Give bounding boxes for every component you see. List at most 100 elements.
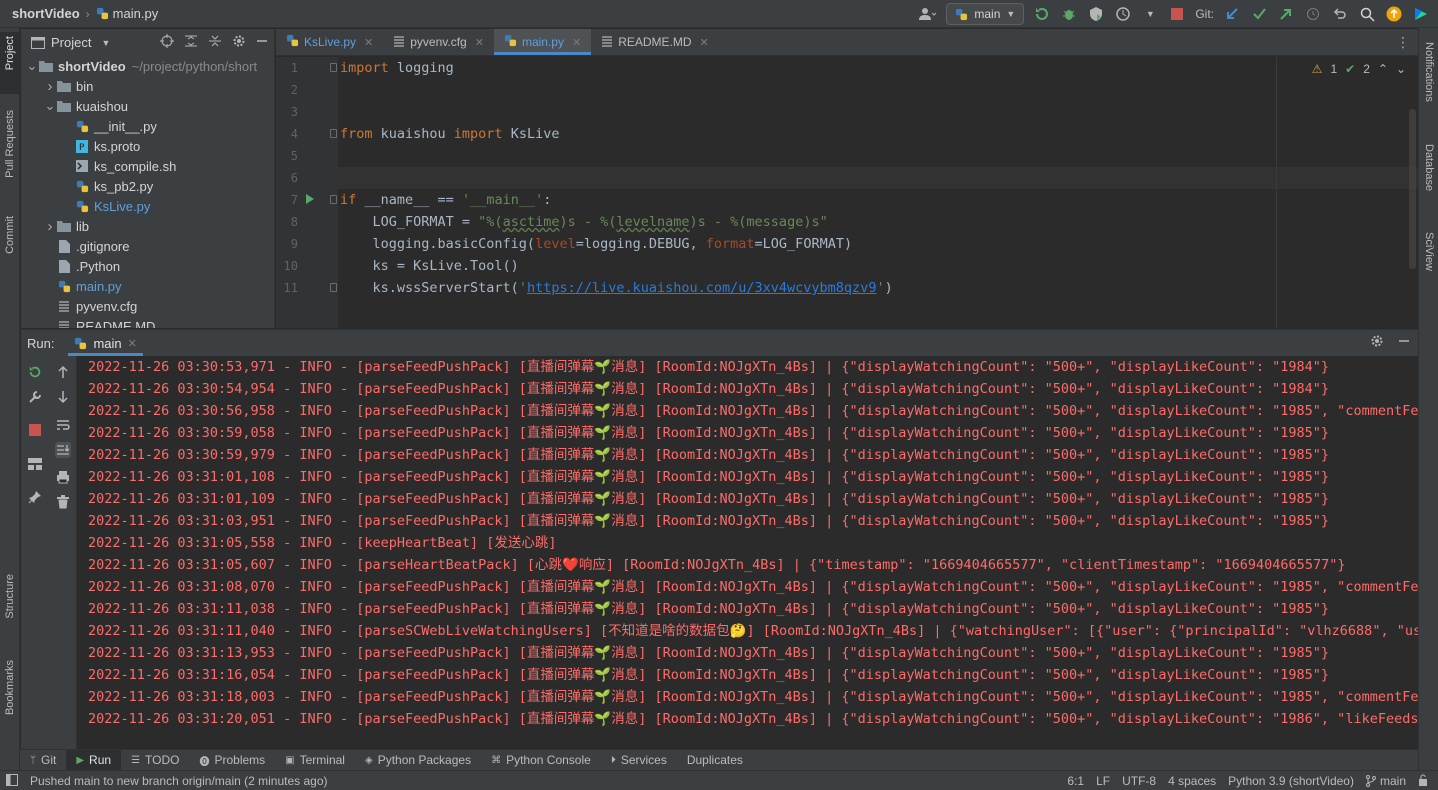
tree-file[interactable]: __init__.py [21, 116, 274, 136]
scroll-up-icon[interactable] [55, 364, 71, 380]
breadcrumb-project[interactable]: shortVideo [12, 6, 80, 21]
file-encoding[interactable]: UTF-8 [1122, 774, 1156, 788]
python-interpreter[interactable]: Python 3.9 (shortVideo) [1228, 774, 1354, 788]
tree-file[interactable]: pyvenv.cfg [21, 296, 274, 316]
run-gutter-icon[interactable] [306, 194, 314, 204]
tree-file[interactable]: .Python [21, 256, 274, 276]
close-icon[interactable]: ✕ [364, 36, 373, 49]
toggle-tool-windows-icon[interactable] [6, 774, 18, 789]
status-message[interactable]: Pushed main to new branch origin/main (2… [30, 774, 328, 788]
scroll-down-icon[interactable] [55, 389, 71, 405]
editor-tab[interactable]: KsLive.py ✕ [276, 29, 383, 55]
soft-wrap-icon[interactable] [55, 417, 71, 433]
tool-window-sciview[interactable]: SciView [1419, 232, 1438, 288]
tree-folder[interactable]: ⌄ kuaishou [21, 96, 274, 116]
debug-icon[interactable] [1060, 5, 1078, 23]
fold-marker-icon[interactable] [330, 195, 337, 204]
profile-icon[interactable] [1114, 5, 1132, 23]
settings-gear-icon[interactable] [1370, 334, 1384, 351]
wrench-icon[interactable] [27, 389, 43, 405]
tool-window-database[interactable]: Database [1419, 144, 1438, 214]
bottom-tab-python-packages[interactable]: ◈ Python Packages [355, 750, 481, 771]
tool-window-structure[interactable]: Structure [0, 574, 20, 644]
tree-file[interactable]: .gitignore [21, 236, 274, 256]
bottom-tab-python-console[interactable]: ⌘ Python Console [481, 750, 601, 771]
tree-file[interactable]: ks_pb2.py [21, 176, 274, 196]
close-icon[interactable]: ✕ [128, 337, 137, 350]
line-separator[interactable]: LF [1096, 774, 1110, 788]
chevron-down-icon[interactable]: ⌄ [43, 98, 57, 113]
tool-window-notifications[interactable]: Notifications [1419, 42, 1438, 138]
tree-file[interactable]: README.MD [21, 316, 274, 328]
git-push-icon[interactable] [1277, 5, 1295, 23]
bottom-tab-run[interactable]: ▶ Run [66, 749, 122, 771]
tree-file[interactable]: ks_compile.sh [21, 156, 274, 176]
editor-tab[interactable]: README.MD ✕ [591, 29, 719, 55]
chevron-right-icon[interactable]: › [43, 218, 57, 235]
bottom-tab-problems[interactable]: ⓿ Problems [189, 750, 275, 771]
run-tab-main[interactable]: main ✕ [68, 330, 144, 356]
search-icon[interactable] [1358, 5, 1376, 23]
rollback-icon[interactable] [1331, 5, 1349, 23]
expand-all-icon[interactable] [184, 34, 198, 51]
bottom-tab-duplicates[interactable]: Duplicates [677, 750, 753, 771]
caret-position[interactable]: 6:1 [1067, 774, 1084, 788]
inspection-widget[interactable]: ⚠ 1 ✔ 2 ⌃ ⌄ [1312, 62, 1406, 76]
chevron-down-icon[interactable]: ⌄ [25, 58, 39, 73]
close-icon[interactable]: ✕ [475, 36, 484, 49]
close-icon[interactable]: ✕ [700, 36, 709, 49]
collapse-all-icon[interactable] [208, 34, 222, 51]
rerun-icon[interactable] [1033, 5, 1051, 23]
tree-folder[interactable]: › lib [21, 216, 274, 236]
locate-file-icon[interactable] [160, 34, 174, 51]
git-branch[interactable]: main [1365, 774, 1406, 788]
git-update-icon[interactable] [1223, 5, 1241, 23]
restore-layout-icon[interactable] [27, 456, 43, 472]
ide-logo-icon[interactable] [1412, 5, 1430, 23]
code-view[interactable]: import logging from kuaishou import KsLi… [340, 57, 1418, 328]
hide-panel-icon[interactable] [1398, 334, 1410, 351]
project-panel-title[interactable]: Project [51, 35, 91, 50]
chevron-up-icon[interactable]: ⌃ [1378, 62, 1388, 76]
scroll-to-end-icon[interactable] [55, 442, 71, 458]
history-icon[interactable] [1304, 5, 1322, 23]
tool-window-pull-requests[interactable]: Pull Requests [0, 110, 20, 200]
tree-file[interactable]: KsLive.py [21, 196, 274, 216]
tool-window-project[interactable]: Project [0, 32, 20, 94]
updates-icon[interactable] [1385, 5, 1403, 23]
coverage-icon[interactable] [1087, 5, 1105, 23]
fold-marker-icon[interactable] [330, 63, 337, 72]
git-commit-icon[interactable] [1250, 5, 1268, 23]
fold-marker-icon[interactable] [330, 283, 337, 292]
fold-marker-icon[interactable] [330, 129, 337, 138]
chevron-down-icon[interactable]: ▼ [101, 38, 110, 48]
pin-icon[interactable] [27, 489, 43, 505]
bottom-tab-git[interactable]: ᛘ Git [20, 750, 66, 771]
trash-icon[interactable] [55, 494, 71, 510]
stop-icon[interactable] [1168, 5, 1186, 23]
bottom-tab-services[interactable]: ⏵ Services [601, 750, 677, 771]
tree-folder[interactable]: ⌄ shortVideo ~/project/python/short [21, 56, 274, 76]
editor-scrollbar[interactable] [1409, 109, 1416, 269]
print-icon[interactable] [55, 469, 71, 485]
lock-icon[interactable] [1418, 774, 1428, 789]
tool-window-commit[interactable]: Commit [0, 216, 20, 276]
hide-panel-icon[interactable] [256, 34, 268, 51]
account-icon[interactable] [919, 5, 937, 23]
tree-file[interactable]: main.py [21, 276, 274, 296]
tool-window-bookmarks[interactable]: Bookmarks [0, 660, 20, 736]
tree-folder[interactable]: › bin [21, 76, 274, 96]
editor-tab[interactable]: main.py ✕ [493, 29, 592, 55]
bottom-tab-todo[interactable]: ☰ TODO [121, 750, 189, 771]
indent-setting[interactable]: 4 spaces [1168, 774, 1216, 788]
breadcrumb-file[interactable]: main.py [96, 6, 158, 21]
stop-icon[interactable] [27, 422, 43, 438]
editor-tab[interactable]: pyvenv.cfg ✕ [383, 29, 494, 55]
rerun-icon[interactable] [27, 364, 43, 380]
tree-file[interactable]: Pks.proto [21, 136, 274, 156]
more-options-icon[interactable]: ⋮ [1396, 34, 1410, 51]
chevron-right-icon[interactable]: › [43, 78, 57, 95]
close-icon[interactable]: ✕ [572, 36, 581, 49]
chevron-down-icon[interactable]: ⌄ [1396, 62, 1406, 76]
bottom-tab-terminal[interactable]: ▣ Terminal [275, 750, 355, 771]
